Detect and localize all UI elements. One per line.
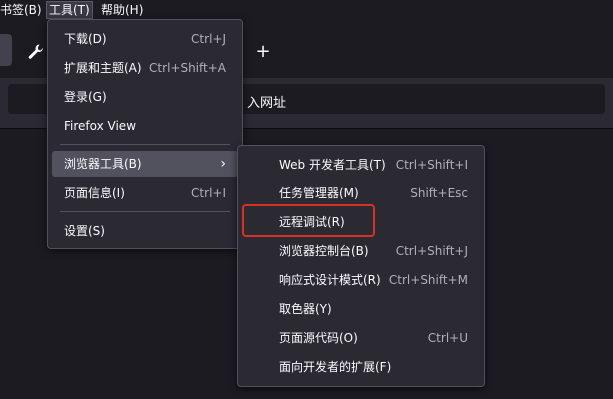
- menu-item-browser-tools[interactable]: 浏览器工具(B) ›: [52, 151, 238, 177]
- menu-item-label: 面向开发者的扩展(F): [279, 360, 392, 374]
- menu-item-settings[interactable]: 设置(S): [52, 218, 238, 244]
- menu-item-shortcut: Ctrl+J: [191, 32, 226, 46]
- browser-tools-submenu: Web 开发者工具(T) Ctrl+Shift+I 任务管理器(M) Shift…: [237, 145, 485, 387]
- submenu-item-responsive-design[interactable]: 响应式设计模式(R) Ctrl+Shift+M: [242, 267, 480, 293]
- annotation-highlight-box: [242, 204, 375, 237]
- menu-tools[interactable]: 工具(T): [46, 1, 93, 19]
- menu-bookmarks[interactable]: 书签(B): [0, 2, 42, 18]
- menu-item-label: 取色器(Y): [279, 302, 332, 316]
- menu-item-label: 浏览器工具(B): [64, 157, 142, 171]
- submenu-item-page-source[interactable]: 页面源代码(O) Ctrl+U: [242, 325, 480, 351]
- url-placeholder: 入网址: [247, 96, 287, 111]
- menu-item-label: 下载(D): [64, 32, 107, 46]
- menu-item-label: 登录(G): [64, 90, 107, 104]
- menu-help[interactable]: 帮助(H): [101, 2, 143, 18]
- menu-item-label: Firefox View: [64, 119, 137, 133]
- submenu-item-browser-console[interactable]: 浏览器控制台(B) Ctrl+Shift+J: [242, 238, 480, 264]
- menu-item-label: Web 开发者工具(T): [279, 158, 386, 172]
- tab-partial[interactable]: [0, 34, 12, 66]
- menu-item-label: 页面源代码(O): [279, 331, 358, 345]
- menu-item-logins[interactable]: 登录(G): [52, 84, 238, 110]
- menu-separator: [60, 144, 230, 145]
- menu-item-shortcut: Ctrl+Shift+A: [149, 61, 226, 75]
- menu-item-label: 设置(S): [64, 224, 105, 238]
- menu-item-label: 浏览器控制台(B): [279, 244, 369, 258]
- menu-item-label: 响应式设计模式(R): [279, 273, 381, 287]
- tools-menu: 下载(D) Ctrl+J 扩展和主题(A) Ctrl+Shift+A 登录(G)…: [47, 19, 243, 249]
- menu-item-downloads[interactable]: 下载(D) Ctrl+J: [52, 26, 238, 52]
- menu-item-shortcut: Ctrl+I: [191, 186, 226, 200]
- menu-item-addons[interactable]: 扩展和主题(A) Ctrl+Shift+A: [52, 55, 238, 81]
- menu-item-page-info[interactable]: 页面信息(I) Ctrl+I: [52, 180, 238, 206]
- menu-item-shortcut: Ctrl+Shift+J: [395, 244, 468, 258]
- submenu-item-task-manager[interactable]: 任务管理器(M) Shift+Esc: [242, 180, 480, 206]
- new-tab-button[interactable]: +: [252, 41, 274, 63]
- menu-item-label: 任务管理器(M): [279, 186, 359, 200]
- chevron-right-icon: ›: [220, 156, 226, 172]
- menu-item-shortcut: Ctrl+Shift+M: [388, 273, 468, 287]
- submenu-item-eyedropper[interactable]: 取色器(Y): [242, 296, 480, 322]
- submenu-item-web-devtools[interactable]: Web 开发者工具(T) Ctrl+Shift+I: [242, 152, 480, 178]
- menu-item-label: 扩展和主题(A): [64, 61, 142, 75]
- submenu-item-extensions-for-developers[interactable]: 面向开发者的扩展(F): [242, 354, 480, 380]
- menu-item-shortcut: Ctrl+Shift+I: [395, 158, 468, 172]
- menubar: 书签(B) 工具(T) 帮助(H): [0, 0, 613, 20]
- menu-item-label: 页面信息(I): [64, 186, 125, 200]
- menu-item-shortcut: Ctrl+U: [427, 331, 468, 345]
- menu-item-firefox-view[interactable]: Firefox View: [52, 113, 238, 139]
- menu-item-shortcut: Shift+Esc: [410, 186, 468, 200]
- wrench-icon[interactable]: [27, 43, 45, 61]
- menu-separator: [60, 211, 230, 212]
